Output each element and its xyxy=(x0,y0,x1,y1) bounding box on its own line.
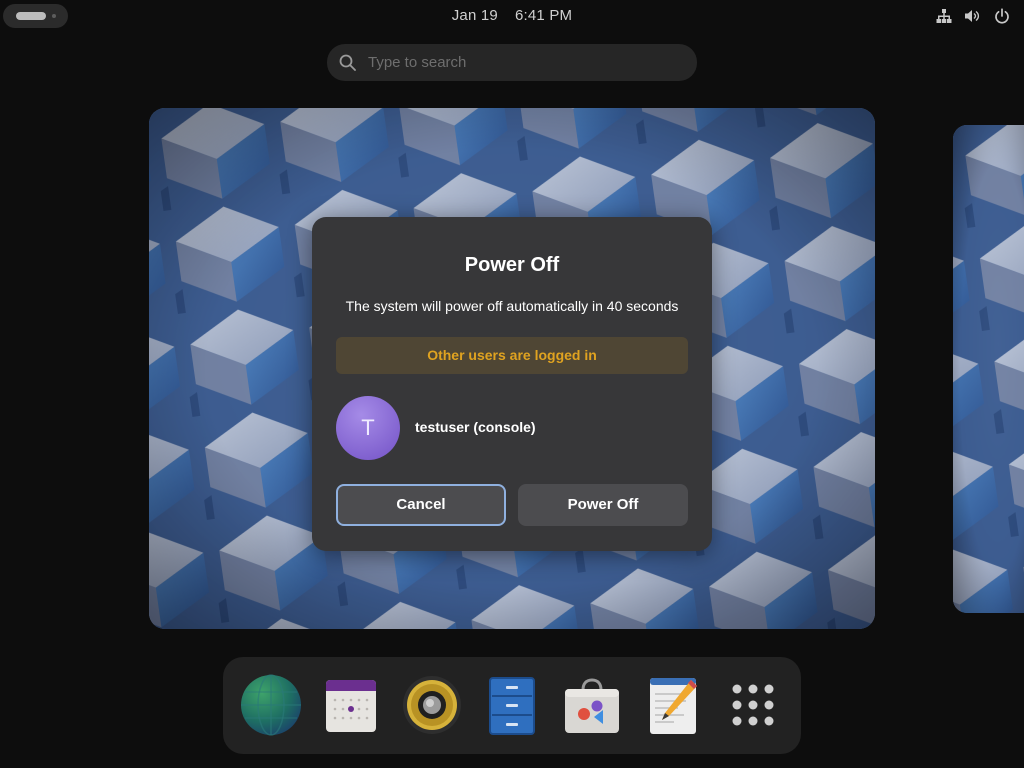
clock-date: Jan 19 xyxy=(451,7,498,24)
dash-app-browser[interactable] xyxy=(240,674,302,736)
dash-app-files[interactable] xyxy=(481,674,543,736)
network-wired-icon xyxy=(936,9,952,23)
search-input[interactable] xyxy=(368,44,678,81)
power-icon xyxy=(995,8,1009,24)
dialog-description: The system will power off automatically … xyxy=(345,298,679,314)
dash-show-apps[interactable] xyxy=(722,674,784,736)
power-off-button[interactable]: Power Off xyxy=(518,484,688,526)
user-name: testuser (console) xyxy=(415,419,536,435)
avatar: T xyxy=(336,396,400,460)
calendar-icon xyxy=(326,680,376,732)
cancel-button[interactable]: Cancel xyxy=(336,484,506,526)
dash-app-software[interactable] xyxy=(561,674,623,736)
clock-time: 6:41 PM xyxy=(514,7,573,24)
show-apps-grid-icon xyxy=(732,684,774,726)
top-bar: Jan 19 6:41 PM xyxy=(0,0,1024,32)
software-store-icon xyxy=(565,678,619,733)
system-tray[interactable] xyxy=(936,8,1010,24)
wallpaper-image xyxy=(953,125,1024,613)
dash-app-calendar[interactable] xyxy=(320,674,382,736)
logged-in-user: T testuser (console) xyxy=(336,396,688,460)
workspace-thumbnail-next[interactable] xyxy=(953,125,1024,613)
power-off-dialog: Power Off The system will power off auto… xyxy=(312,217,712,551)
other-users-warning: Other users are logged in xyxy=(336,337,688,374)
text-editor-icon xyxy=(650,678,697,734)
dash-app-music[interactable] xyxy=(401,674,463,736)
search-icon xyxy=(339,54,356,71)
dash xyxy=(223,657,801,754)
dialog-title: Power Off xyxy=(464,254,560,276)
browser-globe-icon xyxy=(241,674,301,736)
volume-icon xyxy=(965,10,980,22)
clock-button[interactable]: Jan 19 6:41 PM xyxy=(0,7,1024,24)
speaker-icon xyxy=(403,676,461,734)
search-bar[interactable] xyxy=(327,44,697,81)
dash-app-text-editor[interactable] xyxy=(642,674,704,736)
file-cabinet-icon xyxy=(489,677,535,735)
